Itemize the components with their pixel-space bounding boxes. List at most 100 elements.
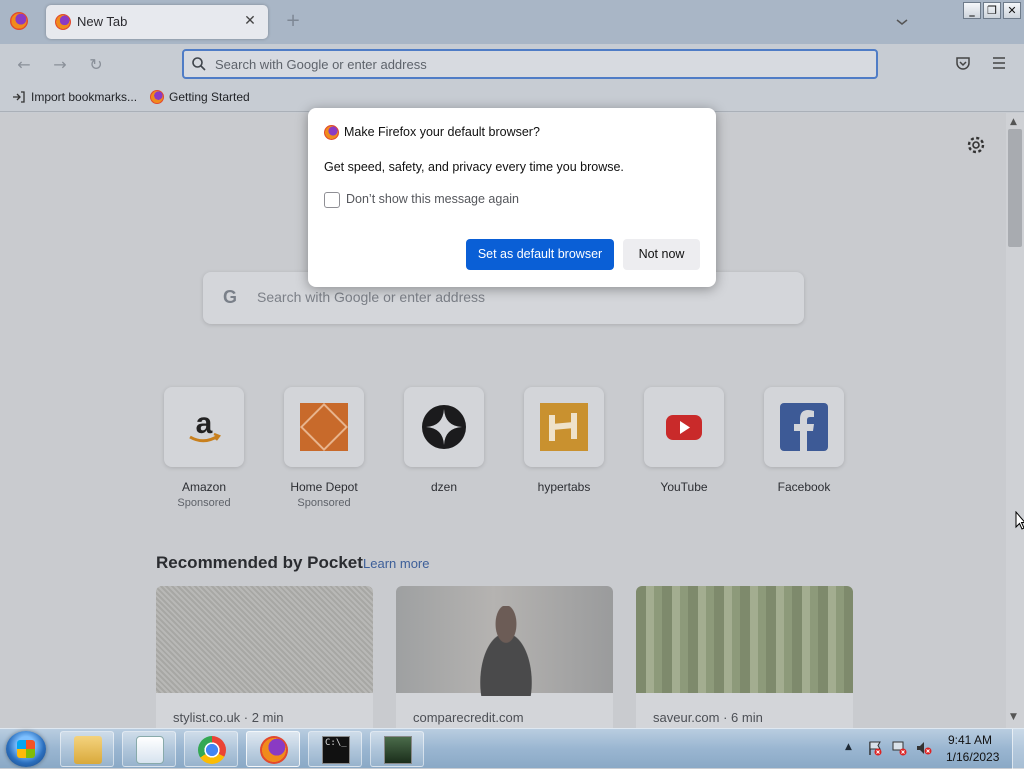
top-site-youtube[interactable]: YouTube (644, 387, 724, 497)
site-name: Facebook (777, 480, 831, 494)
bookmark-getting-started[interactable]: Getting Started (150, 90, 250, 104)
top-site-amazon[interactable]: a Amazon Sponsored (164, 387, 244, 509)
navigation-toolbar: ← → ↻ Search with Google or enter addres… (0, 44, 1024, 84)
action-center-flag-icon[interactable] (867, 740, 883, 756)
bookmark-import[interactable]: Import bookmarks... (12, 90, 137, 104)
chevron-down-icon[interactable] (892, 12, 912, 32)
pocket-card[interactable]: stylist.co.uk · 2 min (156, 586, 373, 728)
learn-more-link[interactable]: Learn more (363, 556, 429, 571)
not-now-button[interactable]: Not now (623, 239, 700, 270)
card-source: stylist.co.uk · 2 min (173, 710, 284, 725)
url-bar[interactable]: Search with Google or enter address (182, 49, 878, 79)
top-site-facebook[interactable]: Facebook (764, 387, 844, 497)
close-tab-icon[interactable]: ✕ (240, 11, 260, 31)
cmd-icon: C:\_ (322, 736, 350, 764)
dont-show-again-checkbox[interactable] (324, 192, 340, 208)
clock-time[interactable]: 9:41 AM (948, 733, 992, 747)
taskbar-firefox[interactable] (246, 731, 300, 767)
google-icon: G (223, 287, 238, 307)
tab-new-tab[interactable]: New Tab ✕ (46, 5, 268, 39)
network-icon[interactable] (892, 740, 908, 756)
vertical-scrollbar[interactable]: ▲ ▼ (1006, 113, 1024, 728)
home-depot-logo (300, 403, 348, 451)
card-source: saveur.com · 6 min (653, 710, 763, 725)
site-name: dzen (430, 480, 458, 494)
show-desktop-button[interactable] (1012, 729, 1024, 769)
pocket-card[interactable]: saveur.com · 6 min (636, 586, 853, 728)
site-tile: a (164, 387, 244, 467)
hypertabs-logo (540, 403, 588, 451)
card-source: comparecredit.com (413, 710, 524, 725)
explorer-icon (74, 736, 102, 764)
dont-show-again-label[interactable]: Don’t show this message again (346, 192, 519, 206)
firefox-icon (260, 736, 288, 764)
start-button[interactable] (6, 731, 46, 767)
minimize-button[interactable]: _ (963, 2, 981, 19)
site-tile (524, 387, 604, 467)
taskbar-media-player[interactable] (122, 731, 176, 767)
scroll-up-arrow-icon[interactable]: ▲ (1010, 117, 1017, 127)
bookmark-label: Getting Started (169, 90, 250, 104)
taskbar-explorer[interactable] (60, 731, 114, 767)
youtube-logo (666, 415, 702, 440)
card-image-person (466, 606, 546, 696)
firefox-icon (55, 14, 71, 30)
dialog-message: Get speed, safety, and privacy every tim… (324, 160, 624, 174)
clock-date[interactable]: 1/16/2023 (946, 750, 999, 764)
search-icon (191, 56, 207, 72)
card-image (636, 586, 853, 693)
svg-text:a: a (196, 407, 213, 440)
firefox-icon (150, 90, 164, 104)
media-player-icon (136, 736, 164, 764)
search-placeholder: Search with Google or enter address (257, 289, 486, 305)
site-tile (764, 387, 844, 467)
url-bar-placeholder: Search with Google or enter address (215, 57, 427, 72)
sponsored-label: Sponsored (177, 497, 231, 509)
task-manager-icon (384, 736, 412, 764)
maximize-button[interactable]: ❐ (983, 2, 1001, 19)
top-site-hypertabs[interactable]: hypertabs (524, 387, 604, 497)
pocket-card[interactable]: comparecredit.com (396, 586, 613, 728)
reload-button[interactable]: ↻ (85, 54, 107, 76)
top-site-home-depot[interactable]: Home Depot Sponsored (284, 387, 364, 509)
show-hidden-icons-arrow[interactable]: ▲ (845, 742, 852, 752)
site-tile (284, 387, 364, 467)
taskbar-cmd[interactable]: C:\_ (308, 731, 362, 767)
pocket-icon[interactable] (954, 54, 974, 74)
mouse-cursor-icon (1015, 511, 1024, 530)
import-icon (12, 90, 26, 104)
site-name: YouTube (660, 480, 708, 494)
site-name: hypertabs (537, 480, 591, 494)
gear-icon[interactable] (966, 135, 986, 155)
sponsored-label: Sponsored (297, 497, 351, 509)
tab-bar: New Tab ✕ + _ ❐ ✕ (0, 0, 1024, 44)
site-name: Amazon (181, 480, 227, 494)
new-tab-button[interactable]: + (282, 10, 304, 32)
tab-title: New Tab (77, 14, 128, 29)
back-button[interactable]: ← (13, 54, 35, 76)
close-window-button[interactable]: ✕ (1003, 2, 1021, 19)
firefox-icon[interactable] (10, 12, 28, 30)
card-image (156, 586, 373, 693)
taskbar: C:\_ ▲ 9:41 AM 1/16/2023 (0, 728, 1024, 769)
set-default-browser-button[interactable]: Set as default browser (466, 239, 614, 270)
taskbar-chrome[interactable] (184, 731, 238, 767)
scrollbar-thumb[interactable] (1008, 129, 1022, 247)
taskbar-task-manager[interactable] (370, 731, 424, 767)
site-tile (404, 387, 484, 467)
site-name: Home Depot (290, 480, 358, 494)
top-site-dzen[interactable]: dzen (404, 387, 484, 497)
facebook-logo (780, 403, 828, 451)
site-tile (644, 387, 724, 467)
forward-button[interactable]: → (49, 54, 71, 76)
amazon-logo: a (189, 407, 221, 443)
dzen-logo (422, 405, 466, 449)
chrome-icon (198, 736, 226, 764)
dialog-title: Make Firefox your default browser? (344, 125, 540, 139)
volume-muted-icon[interactable] (916, 740, 932, 756)
firefox-icon (324, 125, 339, 140)
pocket-heading: Recommended by Pocket (156, 553, 363, 572)
hamburger-menu-icon[interactable] (990, 54, 1010, 74)
windows-logo-icon (17, 740, 35, 758)
scroll-down-arrow-icon[interactable]: ▼ (1010, 712, 1017, 722)
